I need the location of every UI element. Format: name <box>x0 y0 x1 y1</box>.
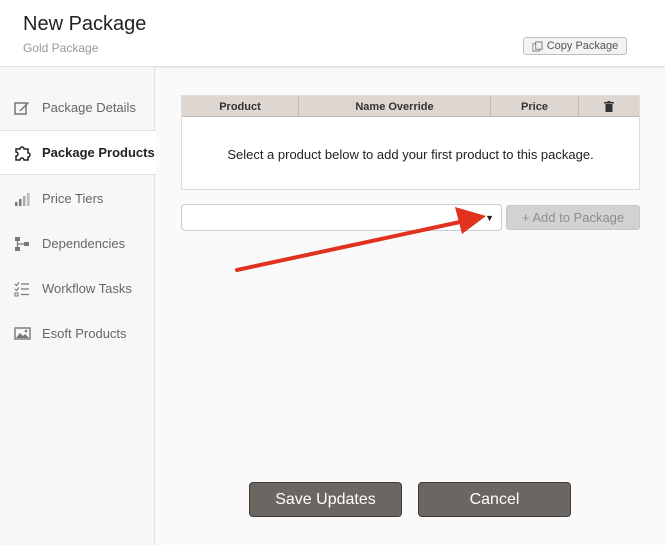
sidebar-item-label: Workflow Tasks <box>42 281 132 296</box>
package-products-table: Product Name Override Price Select a pro… <box>181 95 640 190</box>
puzzle-icon <box>13 144 31 162</box>
sidebar-item-label: Dependencies <box>42 236 126 251</box>
sidebar-item-label: Package Details <box>42 100 136 115</box>
sidebar-item-package-details[interactable]: Package Details <box>0 85 155 130</box>
sidebar-item-label: Package Products <box>42 145 155 160</box>
sidebar-item-label: Price Tiers <box>42 191 104 206</box>
page-header: New Package Gold Package Copy Package <box>0 0 665 67</box>
sidebar-item-esoft-products[interactable]: Esoft Products <box>0 311 155 356</box>
page-title: New Package <box>23 13 147 35</box>
column-header-product: Product <box>182 96 299 117</box>
sidebar-item-workflow-tasks[interactable]: Workflow Tasks <box>0 266 155 311</box>
table-header: Product Name Override Price <box>182 96 639 117</box>
column-header-delete <box>579 96 639 117</box>
hierarchy-icon <box>13 235 31 253</box>
copy-package-label: Copy Package <box>546 40 619 52</box>
trash-icon <box>604 101 614 112</box>
pencil-icon <box>13 99 31 117</box>
sidebar-item-package-products[interactable]: Package Products <box>0 130 156 175</box>
save-updates-button[interactable]: Save Updates <box>249 482 402 517</box>
sidebar-item-price-tiers[interactable]: Price Tiers <box>0 176 155 221</box>
image-icon <box>13 325 31 343</box>
product-select[interactable]: ▼ <box>181 204 502 231</box>
column-header-name-override: Name Override <box>299 96 491 117</box>
column-header-price: Price <box>491 96 579 117</box>
bar-chart-icon <box>13 190 31 208</box>
checklist-icon <box>13 280 31 298</box>
cancel-button[interactable]: Cancel <box>418 482 571 517</box>
copy-icon <box>532 40 543 52</box>
sidebar-item-label: Esoft Products <box>42 326 127 341</box>
sidebar-item-dependencies[interactable]: Dependencies <box>0 221 155 266</box>
add-to-package-button[interactable]: + Add to Package <box>506 205 640 230</box>
copy-package-button[interactable]: Copy Package <box>523 37 627 55</box>
page-subtitle: Gold Package <box>23 41 99 55</box>
dropdown-arrow-icon: ▼ <box>485 213 494 223</box>
sidebar: Package Details Package Products Price T… <box>0 67 156 545</box>
empty-table-message: Select a product below to add your first… <box>227 147 594 162</box>
